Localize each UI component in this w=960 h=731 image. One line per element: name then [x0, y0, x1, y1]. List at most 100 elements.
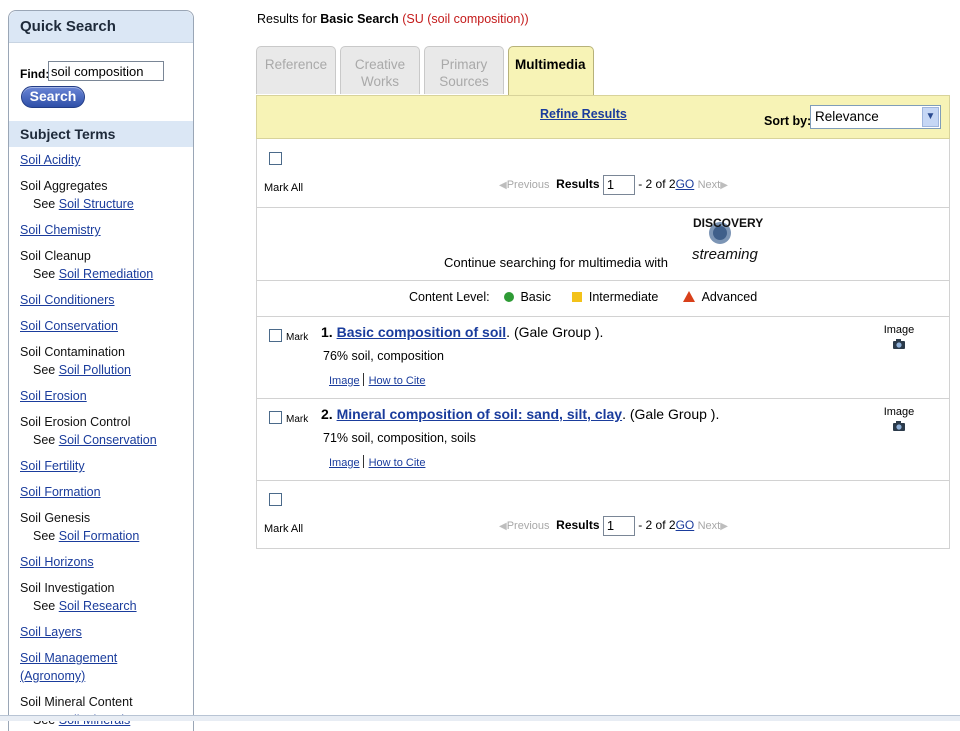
- advanced-level-icon: [682, 291, 695, 302]
- see-prefix: See: [33, 433, 56, 447]
- go-button[interactable]: GO: [676, 177, 695, 191]
- search-query: (SU (soil composition)): [402, 12, 529, 26]
- mark-checkbox[interactable]: [269, 329, 282, 342]
- result-links: Image How to Cite: [329, 455, 425, 469]
- image-link[interactable]: Image: [329, 457, 360, 469]
- result-number: 2.: [321, 406, 333, 422]
- results-label: Results: [556, 518, 600, 533]
- see-link-soil-structure[interactable]: Soil Structure: [59, 197, 134, 211]
- go-button[interactable]: GO: [676, 518, 695, 532]
- pager-bottom: Mark All ◀Previous Results 1 - 2 of 2GO …: [257, 480, 949, 548]
- see-link-soil-formation[interactable]: Soil Formation: [59, 529, 140, 543]
- find-input[interactable]: [48, 61, 164, 81]
- subject-term-soil-fertility[interactable]: Soil Fertility: [20, 457, 190, 475]
- subject-term-soil-layers[interactable]: Soil Layers: [20, 623, 190, 641]
- advanced-level-label: Advanced: [701, 290, 758, 304]
- see-reference: See Soil Pollution: [20, 361, 190, 379]
- mark-all-checkbox[interactable]: [269, 493, 282, 506]
- result-title-line: 2. Mineral composition of soil: sand, si…: [321, 406, 719, 422]
- next-arrow-icon: ▶: [720, 521, 728, 533]
- camera-icon: [893, 421, 905, 431]
- subject-terms-title: Subject Terms: [9, 121, 193, 147]
- result-title-link[interactable]: Basic composition of soil: [337, 324, 507, 340]
- results-label: Results: [556, 177, 600, 192]
- see-link-soil-remediation[interactable]: Soil Remediation: [59, 267, 154, 281]
- see-prefix: See: [33, 529, 56, 543]
- tab-multimedia[interactable]: Multimedia: [508, 46, 594, 96]
- mark-label: Mark: [286, 332, 309, 343]
- subject-term-soil-chemistry[interactable]: Soil Chemistry: [20, 221, 190, 239]
- result-title-link[interactable]: Mineral composition of soil: sand, silt,…: [337, 406, 623, 422]
- logo-line1: DISCOVERY: [693, 216, 763, 230]
- camera-icon: [893, 339, 905, 349]
- content-level-label: Content Level:: [409, 290, 490, 304]
- content-level-row: Content Level: Basic Intermediate Advanc…: [409, 290, 757, 304]
- intermediate-level-icon: [571, 292, 582, 302]
- see-link-soil-pollution[interactable]: Soil Pollution: [59, 363, 131, 377]
- mark-all-label: Mark All: [264, 182, 304, 194]
- results-range: - 2 of 2: [638, 518, 676, 533]
- subject-term-soil-mineral-content: Soil Mineral Content: [20, 695, 133, 709]
- result-source: . (Gale Group ).: [622, 406, 720, 422]
- subject-term-soil-cleanup: Soil Cleanup: [20, 249, 91, 263]
- chevron-down-icon[interactable]: ▼: [922, 107, 939, 127]
- sort-by-value: Relevance: [815, 109, 879, 124]
- pager-top: Mark All ◀Previous Results 1 - 2 of 2GO …: [257, 139, 949, 208]
- subject-term-soil-formation[interactable]: Soil Formation: [20, 483, 190, 501]
- previous-arrow-icon: ◀: [499, 521, 507, 533]
- see-reference: See Soil Conservation: [20, 431, 190, 449]
- result-item: Mark 2. Mineral composition of soil: san…: [257, 398, 949, 481]
- subject-term-soil-erosion[interactable]: Soil Erosion: [20, 387, 190, 405]
- window-bottom-edge: [0, 715, 960, 721]
- mark-all-label: Mark All: [264, 523, 304, 535]
- image-link[interactable]: Image: [329, 375, 360, 387]
- logo-line2: EDUCATION: [732, 233, 761, 239]
- results-range: - 2 of 2: [638, 177, 676, 192]
- pager-controls: ◀Previous Results 1 - 2 of 2GO Next▶: [499, 175, 728, 195]
- mark-label: Mark: [286, 414, 309, 425]
- find-label: Find:: [20, 67, 50, 81]
- subject-term-soil-genesis: Soil Genesis: [20, 511, 91, 525]
- mark-checkbox[interactable]: [269, 411, 282, 424]
- how-to-cite-link[interactable]: How to Cite: [369, 457, 426, 469]
- how-to-cite-link[interactable]: How to Cite: [369, 375, 426, 387]
- sort-by-label: Sort by:: [764, 114, 812, 128]
- see-link-soil-conservation[interactable]: Soil Conservation: [59, 433, 157, 447]
- quick-search-sidebar: Quick Search Find: Search Subject Terms …: [8, 10, 194, 731]
- page-number-input[interactable]: 1: [602, 175, 635, 195]
- tab-creative-works[interactable]: Creative Works: [340, 46, 420, 94]
- logo-line3: streaming: [692, 246, 759, 263]
- tab-reference[interactable]: Reference: [256, 46, 336, 94]
- result-type-label: Image: [883, 324, 915, 336]
- previous-link: Previous: [506, 179, 550, 192]
- subject-term-soil-conditioners[interactable]: Soil Conditioners: [20, 291, 190, 309]
- refine-bar: Refine Results Sort by: Relevance ▼: [256, 95, 950, 139]
- result-type: Image: [879, 324, 919, 350]
- subject-term-soil-management[interactable]: Soil Management (Agronomy): [20, 649, 140, 685]
- subject-term-soil-investigation: Soil Investigation: [20, 581, 115, 595]
- see-link-soil-research[interactable]: Soil Research: [59, 599, 137, 613]
- discovery-streaming-logo[interactable]: DISCOVERY EDUCATION streaming: [692, 215, 764, 265]
- mark-all-checkbox[interactable]: [269, 152, 282, 165]
- subject-term-soil-conservation[interactable]: Soil Conservation: [20, 317, 190, 335]
- see-prefix: See: [33, 599, 56, 613]
- subject-term-soil-acidity[interactable]: Soil Acidity: [20, 151, 190, 169]
- previous-link: Previous: [506, 520, 550, 533]
- search-button[interactable]: Search: [21, 86, 85, 108]
- refine-results-link[interactable]: Refine Results: [540, 107, 627, 121]
- see-prefix: See: [33, 197, 56, 211]
- result-description: 71% soil, composition, soils: [323, 431, 476, 445]
- subject-term-soil-horizons[interactable]: Soil Horizons: [20, 553, 190, 571]
- tab-primary-sources[interactable]: Primary Sources: [424, 46, 504, 94]
- result-title-line: 1. Basic composition of soil. (Gale Grou…: [321, 324, 603, 340]
- see-reference: See Soil Formation: [20, 527, 190, 545]
- page-number-input[interactable]: 1: [602, 516, 635, 536]
- result-item: Mark 1. Basic composition of soil. (Gale…: [257, 316, 949, 399]
- intermediate-level-label: Intermediate: [588, 290, 659, 304]
- see-reference: See Soil Research: [20, 597, 190, 615]
- subject-term-soil-erosion-control: Soil Erosion Control: [20, 415, 131, 429]
- basic-level-label: Basic: [520, 290, 552, 304]
- quick-search-title: Quick Search: [9, 11, 193, 43]
- sort-by-select[interactable]: Relevance ▼: [810, 105, 941, 129]
- discovery-promo: Continue searching for multimedia with D…: [257, 207, 949, 281]
